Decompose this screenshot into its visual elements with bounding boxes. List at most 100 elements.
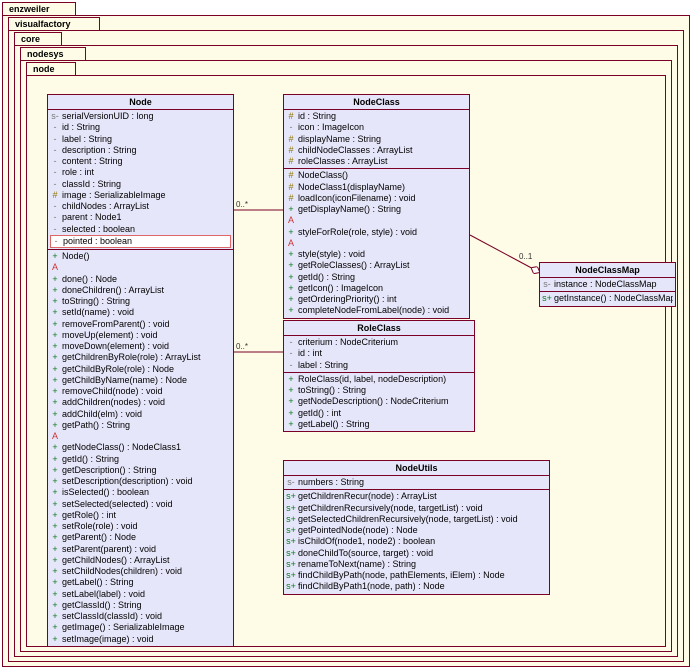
visibility-marker: s+: [286, 503, 296, 514]
visibility-marker: s+: [286, 559, 296, 570]
member-signature: setClassId(classId) : void: [60, 611, 162, 622]
visibility-marker: +: [50, 510, 60, 521]
visibility-marker: +: [50, 521, 60, 532]
member-signature: label : String: [60, 134, 112, 145]
member-signature: id : String: [296, 111, 336, 122]
member-signature: getNodeDescription() : NodeCriterium: [296, 396, 449, 407]
member-signature: isChildOf(node1, node2) : boolean: [296, 536, 435, 547]
visibility-marker: +: [286, 227, 296, 238]
member-signature: NodeClass1(displayName): [296, 182, 405, 193]
class-nodeutils[interactable]: NodeUtils s-numbers : String s+getChildr…: [283, 460, 550, 595]
class-name: NodeClassMap: [540, 263, 675, 278]
member-row: +moveUp(element) : void: [50, 330, 231, 341]
member-signature: criterium : NodeCriterium: [296, 337, 398, 348]
member-signature: icon : ImageIcon: [296, 122, 364, 133]
member-row: -label : String: [286, 360, 472, 371]
visibility-marker: +: [50, 487, 60, 498]
ops-section: +RoleClass(id, label, nodeDescription)+t…: [284, 373, 474, 431]
member-signature: setParent(parent) : void: [60, 544, 156, 555]
member-row: +styleForRole(role, style) : void: [286, 227, 467, 238]
visibility-marker: -: [286, 337, 296, 348]
member-signature: parent : Node1: [60, 212, 122, 223]
visibility-marker: +: [50, 555, 60, 566]
attrs-section: s-instance : NodeClassMap: [540, 278, 675, 292]
class-roleclass[interactable]: RoleClass -criterium : NodeCriterium-id …: [283, 320, 475, 432]
visibility-marker: +: [50, 364, 60, 375]
visibility-marker: A: [50, 262, 60, 273]
visibility-marker: A: [50, 431, 60, 442]
member-signature: numbers : String: [296, 477, 364, 488]
visibility-marker: #: [50, 190, 60, 201]
member-row: -childNodes : ArrayList: [50, 201, 231, 212]
member-signature: findChildByPath(node, pathElements, iEle…: [296, 570, 505, 581]
member-row: A: [286, 238, 467, 249]
member-signature: classId : String: [60, 179, 121, 190]
member-signature: selected : boolean: [60, 224, 135, 235]
visibility-marker: #: [286, 156, 296, 167]
visibility-marker: -: [286, 348, 296, 359]
member-row: s+getChildrenRecur(node) : ArrayList: [286, 491, 547, 502]
attrs-section: s-serialVersionUID : long-id : String-la…: [48, 110, 233, 250]
member-signature: setSelected(selected) : void: [60, 499, 173, 510]
visibility-marker: +: [50, 442, 60, 453]
visibility-marker: +: [50, 577, 60, 588]
member-signature: getParent() : Node: [60, 532, 136, 543]
mult-nodeclass-map: 0..1: [519, 252, 532, 261]
member-row: s-numbers : String: [286, 477, 547, 488]
member-row: +setParent(parent) : void: [50, 544, 231, 555]
member-row: +getId() : String: [286, 272, 467, 283]
member-row: +getDisplayName() : String: [286, 204, 467, 215]
visibility-marker: +: [286, 396, 296, 407]
member-signature: getLabel() : String: [60, 577, 134, 588]
member-signature: getRoleClasses() : ArrayList: [296, 260, 410, 271]
member-row: #roleClasses : ArrayList: [286, 156, 467, 167]
visibility-marker: +: [286, 374, 296, 385]
member-row: +setId(name) : void: [50, 307, 231, 318]
member-row: -id : int: [286, 348, 472, 359]
class-nodeclassmap[interactable]: NodeClassMap s-instance : NodeClassMap s…: [539, 262, 676, 307]
member-signature: getChildByRole(role) : Node: [60, 364, 174, 375]
member-signature: description : String: [60, 145, 137, 156]
member-row: +setClassId(classId) : void: [50, 611, 231, 622]
member-signature: getPath() : String: [60, 420, 130, 431]
member-signature: completeNodeFromLabel(node) : void: [296, 305, 449, 316]
visibility-marker: -: [50, 224, 60, 235]
member-signature: getDisplayName() : String: [296, 204, 401, 215]
member-row: +setSelected(selected) : void: [50, 499, 231, 510]
visibility-marker: -: [50, 167, 60, 178]
member-row: +getIcon() : ImageIcon: [286, 283, 467, 294]
member-signature: doneChildren() : ArrayList: [60, 285, 164, 296]
member-row: +setImage(image) : void: [50, 634, 231, 645]
member-row: s+renameToNext(name) : String: [286, 559, 547, 570]
member-row: +RoleClass(id, label, nodeDescription): [286, 374, 472, 385]
class-name: NodeClass: [284, 95, 469, 110]
member-row: +getNodeDescription() : NodeCriterium: [286, 396, 472, 407]
ops-section: #NodeClass()#NodeClass1(displayName)#loa…: [284, 169, 469, 317]
visibility-marker: +: [286, 272, 296, 283]
member-row: -description : String: [50, 145, 231, 156]
member-signature: [60, 262, 62, 273]
visibility-marker: s+: [542, 293, 552, 304]
member-signature: getNodeClass() : NodeClass1: [60, 442, 181, 453]
member-signature: getId() : int: [296, 408, 341, 419]
member-row: #NodeClass1(displayName): [286, 182, 467, 193]
member-row: +getClassId() : String: [50, 600, 231, 611]
member-row: +setLabel(label) : void: [50, 589, 231, 600]
pkg-tab-enzweiler: enzweiler: [2, 2, 76, 16]
member-signature: roleClasses : ArrayList: [296, 156, 388, 167]
member-row: -classId : String: [50, 179, 231, 190]
member-signature: moveUp(element) : void: [60, 330, 158, 341]
member-signature: [296, 238, 298, 249]
pkg-tab-nodesys: nodesys: [20, 47, 86, 61]
class-node[interactable]: Node s-serialVersionUID : long-id : Stri…: [47, 94, 234, 647]
class-nodeclass[interactable]: NodeClass #id : String-icon : ImageIcon#…: [283, 94, 470, 319]
visibility-marker: s-: [286, 477, 296, 488]
pkg-label: node: [33, 64, 55, 74]
member-row: +addChild(elm) : void: [50, 409, 231, 420]
visibility-marker: +: [286, 249, 296, 260]
attrs-section: s-numbers : String: [284, 476, 549, 490]
member-signature: getChildrenRecur(node) : ArrayList: [296, 491, 437, 502]
visibility-marker: #: [286, 134, 296, 145]
member-row: s+getChildrenRecursively(node, targetLis…: [286, 503, 547, 514]
member-signature: getChildrenRecursively(node, targetList)…: [296, 503, 483, 514]
